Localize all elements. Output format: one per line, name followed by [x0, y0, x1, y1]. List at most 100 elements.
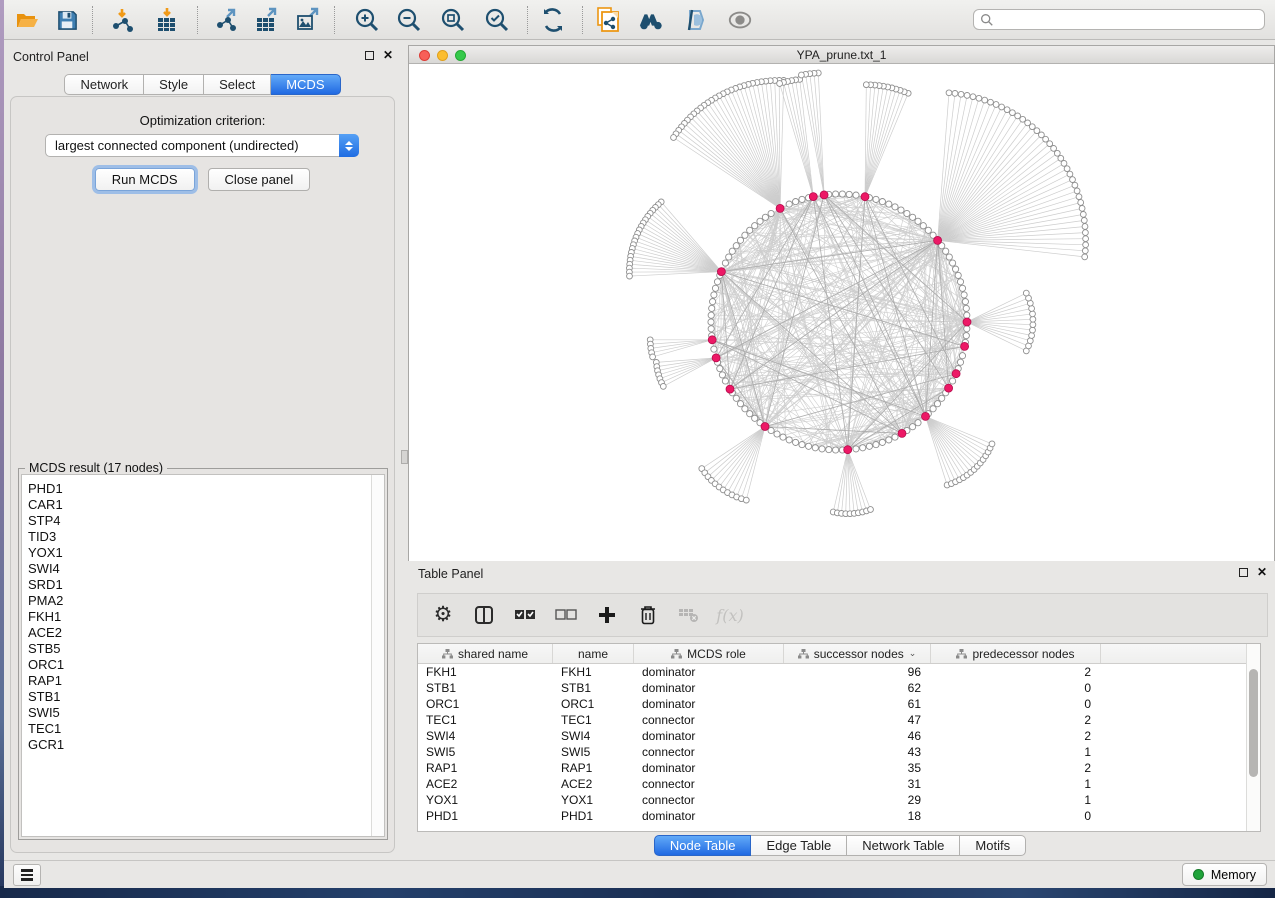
zoom-selected-icon[interactable]	[484, 7, 510, 33]
export-table-icon[interactable]	[254, 7, 280, 33]
table-row[interactable]: ACE2ACE2connector311	[418, 776, 1246, 792]
dominator-node[interactable]	[963, 318, 971, 326]
table-row[interactable]: YOX1YOX1connector291	[418, 792, 1246, 808]
deselect-all-icon[interactable]	[554, 603, 578, 627]
dominator-node[interactable]	[761, 423, 769, 431]
dominator-node[interactable]	[844, 446, 852, 454]
show-details-eye-icon[interactable]	[727, 7, 753, 33]
dominator-node[interactable]	[934, 236, 942, 244]
tab-network[interactable]: Network	[64, 74, 144, 95]
mcds-result-item[interactable]: PMA2	[22, 593, 370, 609]
zoom-fit-icon[interactable]	[440, 7, 466, 33]
column-header-shared-name[interactable]: shared name	[418, 644, 553, 663]
tab-style[interactable]: Style	[144, 74, 204, 95]
mcds-result-item[interactable]: YOX1	[22, 545, 370, 561]
mcds-list-scrollbar[interactable]	[371, 475, 384, 836]
column-header-successor-nodes[interactable]: successor nodes⌄	[784, 644, 931, 663]
network-graph-canvas[interactable]	[409, 64, 1274, 561]
tab-network-table[interactable]: Network Table	[847, 835, 960, 856]
table-row[interactable]: FKH1FKH1dominator962	[418, 664, 1246, 680]
dominator-node[interactable]	[712, 354, 720, 362]
table-cell: SWI5	[418, 744, 553, 760]
tab-select[interactable]: Select	[204, 74, 271, 95]
graph-node	[799, 442, 805, 448]
mcds-result-item[interactable]: SWI4	[22, 561, 370, 577]
search-input[interactable]	[994, 13, 1264, 27]
dominator-node[interactable]	[952, 370, 960, 378]
task-history-button[interactable]	[13, 864, 41, 886]
select-all-icon[interactable]	[513, 603, 537, 627]
column-header-name[interactable]: name	[553, 644, 634, 663]
import-table-icon[interactable]	[154, 7, 180, 33]
refresh-icon[interactable]	[540, 7, 566, 33]
dominator-node[interactable]	[861, 193, 869, 201]
memory-button[interactable]: Memory	[1182, 863, 1267, 886]
dominator-node[interactable]	[922, 412, 930, 420]
mcds-result-item[interactable]: STB1	[22, 689, 370, 705]
import-network-icon[interactable]	[110, 7, 136, 33]
table-scrollbar[interactable]	[1246, 644, 1260, 831]
close-panel-button[interactable]: Close panel	[208, 168, 311, 191]
close-panel-icon[interactable]: ✕	[1257, 567, 1267, 577]
dominator-node[interactable]	[898, 429, 906, 437]
mcds-result-item[interactable]: ORC1	[22, 657, 370, 673]
scrollbar-thumb[interactable]	[1249, 669, 1258, 777]
zoom-out-icon[interactable]	[396, 7, 422, 33]
dominator-node[interactable]	[708, 336, 716, 344]
table-row[interactable]: STB1STB1dominator620	[418, 680, 1246, 696]
graph-node	[819, 446, 825, 452]
first-neighbors-icon[interactable]	[638, 7, 664, 33]
node-table-body[interactable]: FKH1FKH1dominator962STB1STB1dominator620…	[418, 664, 1246, 831]
table-row[interactable]: ORC1ORC1dominator610	[418, 696, 1246, 712]
dominator-node[interactable]	[945, 384, 953, 392]
split-view-icon[interactable]	[472, 603, 496, 627]
open-session-icon[interactable]	[14, 7, 40, 33]
graph-node	[915, 420, 921, 426]
mcds-result-item[interactable]: SWI5	[22, 705, 370, 721]
table-row[interactable]: TEC1TEC1connector472	[418, 712, 1246, 728]
export-image-icon[interactable]	[295, 7, 321, 33]
tab-edge-table[interactable]: Edge Table	[751, 835, 847, 856]
tab-mcds[interactable]: MCDS	[271, 74, 340, 95]
zoom-in-icon[interactable]	[354, 7, 380, 33]
float-panel-icon[interactable]	[1239, 568, 1248, 577]
run-mcds-button[interactable]: Run MCDS	[95, 168, 195, 191]
mcds-result-item[interactable]: PHD1	[22, 481, 370, 497]
mcds-result-item[interactable]: RAP1	[22, 673, 370, 689]
dominator-node[interactable]	[726, 385, 734, 393]
mcds-result-item[interactable]: GCR1	[22, 737, 370, 753]
column-settings-gear-icon[interactable]: ⚙	[431, 603, 455, 627]
dominator-node[interactable]	[961, 342, 969, 350]
tab-node-table[interactable]: Node Table	[654, 835, 752, 856]
mcds-result-item[interactable]: STP4	[22, 513, 370, 529]
table-row[interactable]: SWI5SWI5connector431	[418, 744, 1246, 760]
dominator-node[interactable]	[809, 193, 817, 201]
close-panel-icon[interactable]: ✕	[383, 50, 393, 60]
tab-motifs[interactable]: Motifs	[960, 835, 1026, 856]
dominator-node[interactable]	[820, 191, 828, 199]
table-row[interactable]: SWI4SWI4dominator462	[418, 728, 1246, 744]
mcds-result-list[interactable]: PHD1CAR1STP4TID3YOX1SWI4SRD1PMA2FKH1ACE2…	[21, 474, 385, 837]
mcds-result-item[interactable]: SRD1	[22, 577, 370, 593]
delete-column-trash-icon[interactable]	[636, 603, 660, 627]
dominator-node[interactable]	[776, 204, 784, 212]
table-row[interactable]: RAP1RAP1dominator352	[418, 760, 1246, 776]
mcds-result-item[interactable]: TEC1	[22, 721, 370, 737]
mcds-result-item[interactable]: TID3	[22, 529, 370, 545]
column-header-MCDS-role[interactable]: MCDS role	[634, 644, 784, 663]
export-network-icon[interactable]	[214, 7, 240, 33]
splitter-handle[interactable]	[401, 450, 408, 464]
column-header-predecessor-nodes[interactable]: predecessor nodes	[931, 644, 1101, 663]
clone-network-icon[interactable]	[595, 7, 621, 33]
mcds-result-item[interactable]: STB5	[22, 641, 370, 657]
mcds-result-item[interactable]: CAR1	[22, 497, 370, 513]
add-column-icon[interactable]	[595, 603, 619, 627]
hide-details-icon[interactable]	[682, 7, 708, 33]
table-row[interactable]: PHD1PHD1dominator180	[418, 808, 1246, 824]
dominator-node[interactable]	[717, 268, 725, 276]
optimization-criterion-select[interactable]: largest connected component (undirected)	[45, 134, 359, 157]
mcds-result-item[interactable]: FKH1	[22, 609, 370, 625]
float-panel-icon[interactable]	[365, 51, 374, 60]
save-session-icon[interactable]	[54, 7, 80, 33]
mcds-result-item[interactable]: ACE2	[22, 625, 370, 641]
